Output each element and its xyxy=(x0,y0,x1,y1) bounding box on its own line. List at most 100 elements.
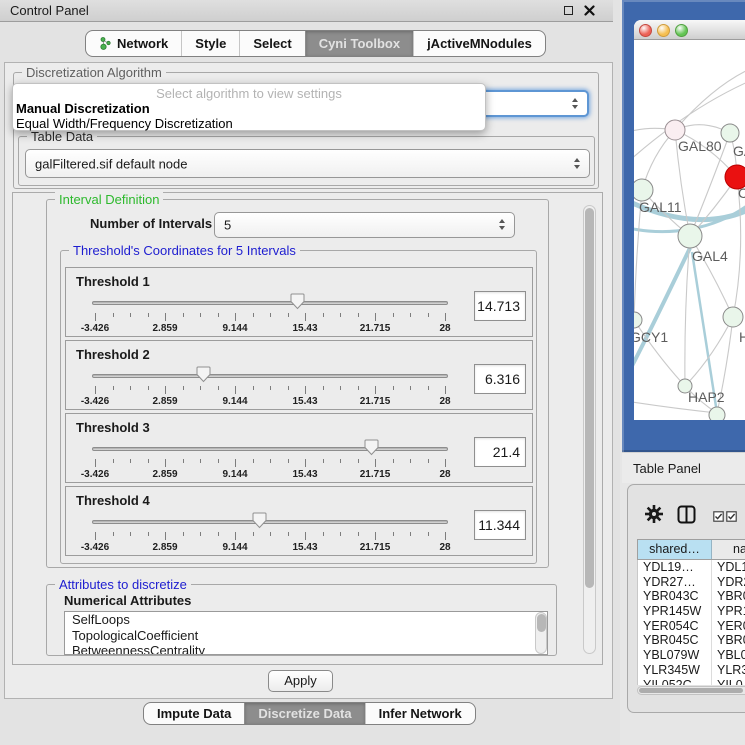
tab-cyni-toolbox[interactable]: Cyni Toolbox xyxy=(305,31,413,56)
slider-track[interactable] xyxy=(92,520,448,524)
network-node-gal80[interactable] xyxy=(665,120,685,140)
scrollbar-thumb[interactable] xyxy=(585,208,594,588)
apply-button[interactable]: Apply xyxy=(268,670,333,692)
table-row[interactable]: YIL052CYIL0 xyxy=(638,678,745,686)
cell-shared-name[interactable]: YER054C xyxy=(638,619,712,634)
minimize-light-button[interactable] xyxy=(657,24,670,37)
slider-track[interactable] xyxy=(92,301,448,305)
cell-shared-name[interactable]: YIL052C xyxy=(638,678,712,686)
settings-panel-scrollbar[interactable] xyxy=(583,205,596,654)
cell-name[interactable]: YBL0 xyxy=(712,648,745,663)
table-row[interactable]: YDL19…YDL1 xyxy=(638,560,745,575)
network-node-gcy1[interactable] xyxy=(634,312,642,328)
gear-icon[interactable] xyxy=(645,505,663,523)
tab-select[interactable]: Select xyxy=(239,31,304,56)
cell-name[interactable]: YDR2 xyxy=(712,575,745,590)
threshold-3-slider[interactable]: -3.4262.8599.14415.4321.71528 xyxy=(92,438,448,482)
network-node-gal4[interactable] xyxy=(678,224,702,248)
network-node-ga[interactable] xyxy=(721,124,739,142)
table-row[interactable]: YER054CYER0 xyxy=(638,619,745,634)
cell-name[interactable]: YIL0 xyxy=(712,678,745,686)
dropdown-option-equal-width-frequency[interactable]: Equal Width/Frequency Discretization xyxy=(16,116,233,131)
table-horizontal-scrollbar[interactable] xyxy=(637,686,745,695)
numerical-attributes-list[interactable]: SelfLoopsTopologicalCoefficientBetweenne… xyxy=(64,611,548,655)
table-row[interactable]: YBR043CYBR0 xyxy=(638,589,745,604)
cell-name[interactable]: YPR1 xyxy=(712,604,745,619)
gear-hole xyxy=(652,512,656,516)
dropdown-option-manual-discretization[interactable]: Manual Discretization xyxy=(16,101,150,116)
slider-thumb[interactable] xyxy=(196,366,211,383)
slider-thumb[interactable] xyxy=(252,512,267,529)
slider-track[interactable] xyxy=(92,447,448,451)
tick-mark xyxy=(375,386,376,394)
tab-jactivemnodules[interactable]: jActiveMNodules xyxy=(413,31,545,56)
cell-name[interactable]: YBR0 xyxy=(712,633,745,648)
attribute-item-betweennesscentrality[interactable]: BetweennessCentrality xyxy=(65,643,547,655)
slider-thumb[interactable] xyxy=(290,293,305,310)
cell-shared-name[interactable]: YLR345W xyxy=(638,663,712,678)
threshold-4-slider[interactable]: -3.4262.8599.14415.4321.71528 xyxy=(92,511,448,555)
tick-mark xyxy=(445,459,446,467)
attribute-item-selfloops[interactable]: SelfLoops xyxy=(65,612,547,628)
network-window-titlebar[interactable] xyxy=(634,20,745,40)
table-row[interactable]: YDR27…YDR2 xyxy=(638,575,745,590)
cell-shared-name[interactable]: YDL19… xyxy=(638,560,712,575)
threshold-value-field[interactable]: 14.713 xyxy=(474,291,526,321)
cell-shared-name[interactable]: YBL079W xyxy=(638,648,712,663)
threshold-value-field[interactable]: 6.316 xyxy=(474,364,526,394)
threshold-value-field[interactable]: 11.344 xyxy=(474,510,526,540)
cell-shared-name[interactable]: YBR043C xyxy=(638,589,712,604)
network-view-window: GAL80GACGAL11GAL4GCY1HHAP2 xyxy=(622,0,745,452)
attributes-list-scrollbar[interactable] xyxy=(535,612,547,654)
close-icon[interactable] xyxy=(584,5,595,16)
tab-discretize-data[interactable]: Discretize Data xyxy=(244,703,364,724)
checkbox-checked-icon[interactable] xyxy=(713,511,724,522)
tick-mark xyxy=(428,313,429,317)
table-row[interactable]: YLR345WYLR3 xyxy=(638,663,745,678)
scrollbar-thumb[interactable] xyxy=(639,688,743,693)
column-header-shared[interactable]: shared… xyxy=(638,540,712,559)
cell-name[interactable]: YER0 xyxy=(712,619,745,634)
threshold-2-slider[interactable]: -3.4262.8599.14415.4321.71528 xyxy=(92,365,448,409)
cell-name[interactable]: YBR0 xyxy=(712,589,745,604)
number-of-intervals-combobox[interactable]: 5 xyxy=(214,212,515,238)
table-row[interactable]: YBR045CYBR0 xyxy=(638,633,745,648)
tick-mark xyxy=(410,532,411,536)
threshold-1-slider[interactable]: -3.4262.8599.14415.4321.71528 xyxy=(92,292,448,336)
cell-name[interactable]: YLR3 xyxy=(712,663,745,678)
attribute-item-topologicalcoefficient[interactable]: TopologicalCoefficient xyxy=(65,628,547,644)
tick-mark xyxy=(340,386,341,390)
column-header-na[interactable]: na xyxy=(712,540,745,559)
cell-shared-name[interactable]: YPR145W xyxy=(638,604,712,619)
checkbox-checked-icon[interactable] xyxy=(726,511,737,522)
network-node-bottom-node[interactable] xyxy=(709,407,725,420)
tick-mark xyxy=(218,532,219,536)
group-title: Interval Definition xyxy=(55,192,163,207)
tab-infer-network[interactable]: Infer Network xyxy=(365,703,475,724)
network-edge xyxy=(634,248,690,396)
zoom-light-button[interactable] xyxy=(675,24,688,37)
cell-shared-name[interactable]: YDR27… xyxy=(638,575,712,590)
slider-thumb[interactable] xyxy=(364,439,379,456)
network-node-h[interactable] xyxy=(723,307,743,327)
network-canvas[interactable]: GAL80GACGAL11GAL4GCY1HHAP2 xyxy=(634,40,745,420)
node-label: HAP2 xyxy=(688,389,725,405)
float-window-icon[interactable] xyxy=(564,6,573,15)
threshold-value-field[interactable]: 21.4 xyxy=(474,437,526,467)
cell-shared-name[interactable]: YBR045C xyxy=(638,633,712,648)
table-row[interactable]: YBL079WYBL0 xyxy=(638,648,745,663)
slider-track[interactable] xyxy=(92,374,448,378)
dropdown-placeholder: Select algorithm to view settings xyxy=(13,86,485,101)
close-light-button[interactable] xyxy=(639,24,652,37)
tab-style[interactable]: Style xyxy=(181,31,239,56)
split-columns-icon[interactable] xyxy=(677,505,696,524)
scrollbar-thumb[interactable] xyxy=(537,614,546,632)
table-data-combobox[interactable]: galFiltered.sif default node xyxy=(25,149,590,178)
threshold-label: Threshold 3 xyxy=(76,420,150,435)
tick-mark xyxy=(113,459,114,463)
tab-network[interactable]: Network xyxy=(86,31,181,56)
table-row[interactable]: YPR145WYPR1 xyxy=(638,604,745,619)
network-node-gal11[interactable] xyxy=(634,179,653,201)
cell-name[interactable]: YDL1 xyxy=(712,560,745,575)
tab-impute-data[interactable]: Impute Data xyxy=(144,703,244,724)
